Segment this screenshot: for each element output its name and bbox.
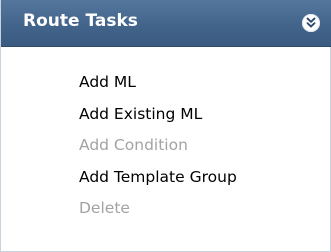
route-tasks-panel: Route Tasks Add ML Add Existing ML Add C… (0, 0, 331, 252)
add-existing-ml-link[interactable]: Add Existing ML (79, 105, 202, 123)
panel-title: Route Tasks (23, 11, 138, 31)
double-chevron-down-icon[interactable] (302, 14, 320, 32)
add-ml-link[interactable]: Add ML (79, 73, 136, 91)
add-template-group-link[interactable]: Add Template Group (79, 168, 237, 186)
add-condition-link: Add Condition (79, 136, 188, 154)
delete-link: Delete (79, 199, 130, 217)
panel-header[interactable]: Route Tasks (1, 0, 331, 47)
